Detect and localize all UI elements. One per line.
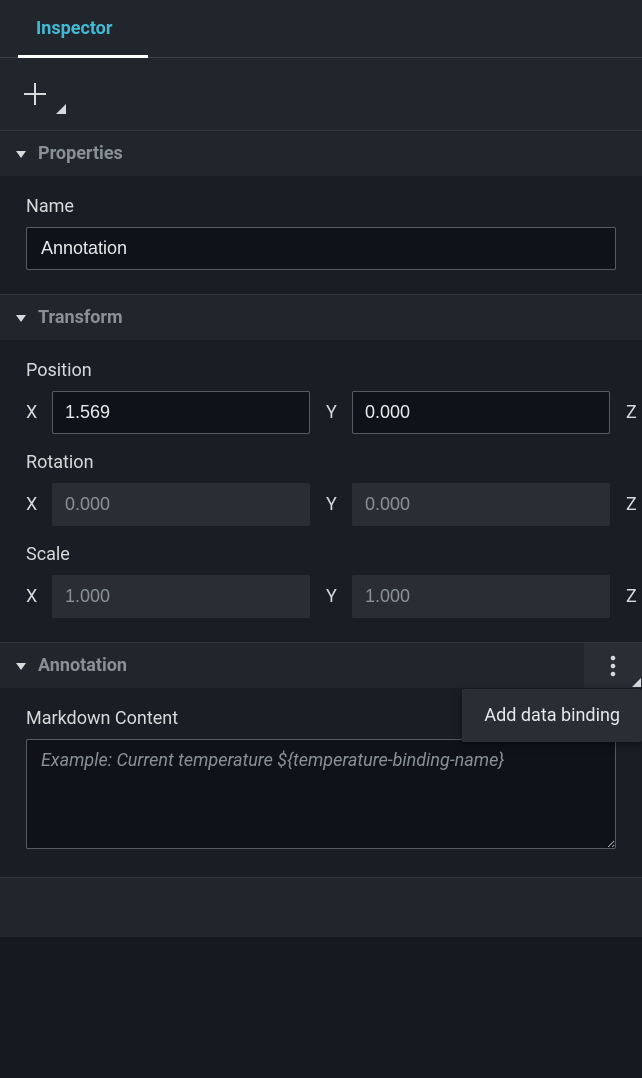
tab-inspector[interactable]: Inspector <box>0 0 148 57</box>
caret-down-icon <box>14 659 28 673</box>
scale-x-input[interactable] <box>52 575 310 618</box>
axis-x-label: X <box>26 586 40 607</box>
position-x-input[interactable] <box>52 391 310 434</box>
properties-header[interactable]: Properties <box>0 131 642 176</box>
rotation-group: Rotation X Y Z <box>26 452 616 526</box>
annotation-header[interactable]: Annotation Add data binding <box>0 643 642 688</box>
scale-group: Scale X Y Z <box>26 544 616 618</box>
markdown-content-textarea[interactable] <box>26 739 616 849</box>
transform-title: Transform <box>38 307 123 328</box>
axis-z-label: Z <box>626 494 640 515</box>
annotation-section: Annotation Add data binding Markdown Con… <box>0 642 642 877</box>
axis-y-label: Y <box>326 494 340 515</box>
tabs-bar: Inspector <box>0 0 642 58</box>
dropdown-indicator-icon <box>56 104 66 114</box>
dropdown-indicator-icon <box>632 678 641 687</box>
rotation-z-item: Z <box>626 483 642 526</box>
annotation-menu-button[interactable] <box>584 643 642 688</box>
axis-y-label: Y <box>326 586 340 607</box>
empty-section <box>0 877 642 937</box>
rotation-y-item: Y <box>326 483 610 526</box>
properties-title: Properties <box>38 143 123 164</box>
transform-header[interactable]: Transform <box>0 295 642 340</box>
scale-y-input[interactable] <box>352 575 610 618</box>
caret-down-icon <box>14 311 28 325</box>
scale-z-item: Z <box>626 575 642 618</box>
scale-y-item: Y <box>326 575 610 618</box>
axis-y-label: Y <box>326 402 340 423</box>
annotation-title: Annotation <box>38 655 127 676</box>
scale-x-item: X <box>26 575 310 618</box>
transform-body: Position X Y Z Rotation X <box>0 340 642 642</box>
caret-down-icon <box>14 147 28 161</box>
rotation-x-item: X <box>26 483 310 526</box>
position-z-item: Z <box>626 391 642 434</box>
scale-row: X Y Z <box>26 575 616 618</box>
kebab-icon <box>610 655 616 677</box>
plus-icon <box>22 81 48 107</box>
position-y-item: Y <box>326 391 610 434</box>
add-button[interactable] <box>22 76 58 112</box>
name-label: Name <box>26 196 616 217</box>
rotation-x-input[interactable] <box>52 483 310 526</box>
name-input[interactable] <box>26 227 616 270</box>
axis-z-label: Z <box>626 402 640 423</box>
position-y-input[interactable] <box>352 391 610 434</box>
position-label: Position <box>26 360 616 381</box>
add-data-binding-menu-item[interactable]: Add data binding <box>462 689 642 742</box>
properties-body: Name <box>0 176 642 294</box>
axis-x-label: X <box>26 494 40 515</box>
position-group: Position X Y Z <box>26 360 616 434</box>
position-row: X Y Z <box>26 391 616 434</box>
transform-section: Transform Position X Y Z Rotation <box>0 294 642 642</box>
toolbar <box>0 58 642 130</box>
rotation-y-input[interactable] <box>352 483 610 526</box>
axis-z-label: Z <box>626 586 640 607</box>
position-x-item: X <box>26 391 310 434</box>
axis-x-label: X <box>26 402 40 423</box>
properties-section: Properties Name <box>0 130 642 294</box>
rotation-row: X Y Z <box>26 483 616 526</box>
rotation-label: Rotation <box>26 452 616 473</box>
scale-label: Scale <box>26 544 616 565</box>
